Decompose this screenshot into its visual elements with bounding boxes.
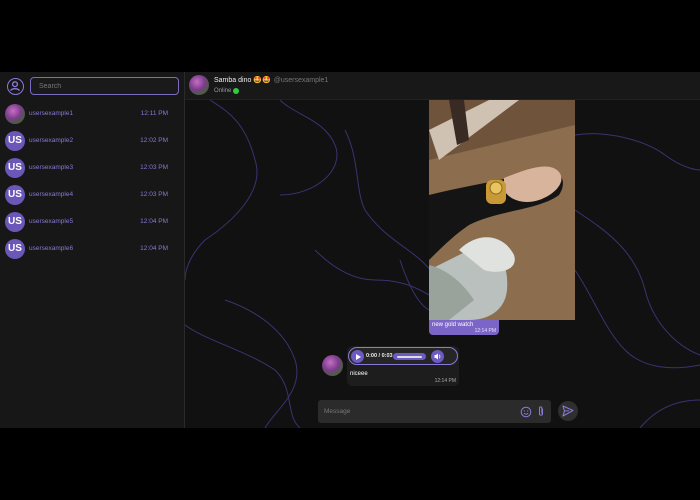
message-text: niceee (350, 371, 368, 377)
contact-item[interactable]: US usersexample6 12:04 PM (0, 235, 184, 262)
search-input[interactable] (30, 77, 179, 95)
voice-message-bubble: 0:00 / 0:03 niceee 12:14 PM (347, 346, 459, 386)
avatar: US (5, 238, 25, 259)
photo-image (429, 100, 575, 320)
contact-item[interactable]: US usersexample4 12:03 PM (0, 181, 184, 208)
contact-name: usersexample6 (29, 245, 74, 252)
contact-display-name: Samba dino 🤩🤩 @usersexample1 (214, 76, 328, 84)
message-time: 12:14 PM (434, 378, 456, 384)
avatar: US (5, 157, 25, 178)
message-input[interactable] (318, 400, 513, 423)
message-composer (318, 400, 551, 423)
user-circle-icon[interactable] (7, 77, 24, 95)
shared-photo[interactable] (429, 100, 575, 320)
audio-time: 0:00 / 0:03 (366, 353, 393, 359)
send-icon (562, 405, 574, 417)
contact-name: usersexample5 (29, 218, 74, 225)
contact-item[interactable]: usersexample1 12:11 PM (0, 100, 184, 127)
contact-name: usersexample2 (29, 137, 74, 144)
contact-time: 12:03 PM (140, 191, 168, 198)
avatar: US (5, 130, 25, 151)
online-status: Online (214, 88, 240, 94)
online-indicator (233, 88, 240, 94)
chat-header: Samba dino 🤩🤩 @usersexample1 Online (185, 72, 700, 100)
conversation-panel: Samba dino 🤩🤩 @usersexample1 Online new … (185, 72, 700, 428)
contact-time: 12:02 PM (140, 137, 168, 144)
avatar[interactable] (189, 75, 209, 95)
contact-item[interactable]: US usersexample5 12:04 PM (0, 208, 184, 235)
contact-name: usersexample3 (29, 164, 74, 171)
contact-time: 12:03 PM (140, 164, 168, 171)
contact-item[interactable]: US usersexample3 12:03 PM (0, 154, 184, 181)
send-button[interactable] (558, 401, 578, 421)
sidebar: usersexample1 12:11 PM US usersexample2 … (0, 72, 185, 428)
contact-name: usersexample4 (29, 191, 74, 198)
avatar (322, 355, 343, 376)
message-area[interactable]: new gold watch 12:14 PM 0:00 / 0:03 nice… (185, 100, 700, 428)
volume-icon[interactable] (431, 350, 444, 363)
emoji-icon[interactable] (520, 405, 532, 418)
audio-player: 0:00 / 0:03 (348, 347, 458, 365)
username: @usersexample1 (273, 77, 329, 84)
chat-app: usersexample1 12:11 PM US usersexample2 … (0, 72, 700, 428)
audio-progress-bar[interactable] (393, 353, 426, 360)
avatar (5, 103, 25, 124)
avatar: US (5, 211, 25, 232)
contact-time: 12:04 PM (140, 218, 168, 225)
photo-caption-bubble: new gold watch 12:14 PM (429, 320, 499, 335)
paperclip-icon[interactable] (536, 405, 546, 418)
sidebar-top (0, 72, 184, 100)
message-time: 12:14 PM (474, 328, 496, 334)
contact-name: usersexample1 (29, 110, 74, 117)
display-name: Samba dino 🤩🤩 (214, 77, 271, 84)
avatar: US (5, 184, 25, 205)
play-icon[interactable] (351, 350, 364, 363)
status-text: Online (214, 88, 232, 94)
contact-time: 12:04 PM (140, 245, 168, 252)
contact-item[interactable]: US usersexample2 12:02 PM (0, 127, 184, 154)
caption-text: new gold watch (432, 322, 474, 328)
contact-time: 12:11 PM (140, 110, 168, 117)
